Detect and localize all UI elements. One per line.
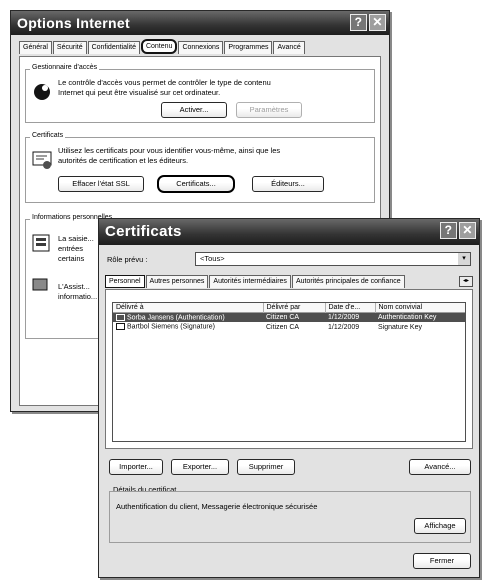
import-button[interactable]: Importer... [109,459,163,475]
row-issued-by: Citizen CA [266,314,300,322]
clear-ssl-button[interactable]: Effacer l'état SSL [58,176,144,192]
dialog-close-bottom-button[interactable]: Fermer [413,553,471,569]
certificate-details-box: Authentification du client, Messagerie é… [109,491,471,543]
help-button[interactable]: ? [350,14,367,31]
tab-trusted-root-authorities[interactable]: Autorités principales de confiance [291,275,405,288]
certificate-row-icon [116,323,125,331]
certificates-titlebar[interactable]: Certificats ? ✕ [99,219,479,245]
row-issued-to: Sorba Jansens (Authentication) [127,314,225,322]
cell-issued-to: Bartbol Siemens (Signature) [113,322,263,331]
row-friendly-name: Signature Key [378,323,422,331]
tab-general[interactable]: Général [19,41,52,54]
column-issued-by[interactable]: Délivré par [263,303,326,313]
settings-button[interactable]: Paramètres [236,102,302,118]
certificates-group: Certificats Utilisez les certificats pou… [25,132,375,203]
certificate-table: Délivré à Délivré par Date d'e... Nom co… [113,303,465,332]
access-control-description: Le contrôle d'accès vous permet de contr… [58,78,271,97]
personal-tab-panel: Délivré à Délivré par Date d'e... Nom co… [105,289,473,449]
intended-purpose-label: Rôle prévu : [107,255,148,264]
internet-options-titlebar[interactable]: Options Internet ? ✕ [11,11,389,35]
row-friendly-name: Authentication Key [378,314,437,322]
publishers-button[interactable]: Éditeurs... [252,176,324,192]
tab-content[interactable]: Contenu [140,39,178,54]
internet-options-title: Options Internet [17,15,130,31]
access-control-label: Gestionnaire d'accès [30,64,100,71]
personal-info-line3: certains [58,254,85,263]
row-expiry: 1/12/2009 [328,323,360,331]
tab-privacy[interactable]: Confidentialité [87,41,140,54]
chevron-down-icon[interactable]: ▾ [458,253,470,265]
certificate-details-text: Authentification du client, Messagerie é… [116,502,318,511]
certificates-label: Certificats [30,132,66,139]
column-issued-to[interactable]: Délivré à [113,303,264,313]
view-button[interactable]: Affichage [414,518,466,534]
activate-button[interactable]: Activer... [161,102,227,118]
tab-connections[interactable]: Connexions [178,41,224,54]
close-button[interactable]: ✕ [369,14,386,31]
options-tab-strip: Général Sécurité Confidentialité Contenu… [19,39,305,54]
intended-purpose-select[interactable]: <Tous> ▾ [195,252,471,266]
intended-purpose-value: <Tous> [200,254,225,263]
table-row[interactable]: Bartbol Siemens (Signature) Citizen CA 1… [113,322,465,331]
personal-info-line4: L'Assist... [58,282,90,291]
column-expiry-date[interactable]: Date d'e... [325,303,376,313]
access-control-icon [32,82,52,104]
advanced-button[interactable]: Avancé... [409,459,471,475]
autocomplete-icon [32,234,52,256]
export-button[interactable]: Exporter... [171,459,229,475]
dialog-help-button[interactable]: ? [440,222,457,239]
row-issued-by: Citizen CA [266,323,300,331]
wallet-icon [32,276,50,296]
row-expiry: 1/12/2009 [328,314,360,322]
personal-info-line1: La saisie... [58,234,94,243]
tab-programs[interactable]: Programmes [224,41,273,54]
tab-security[interactable]: Sécurité [52,41,87,54]
certificates-title: Certificats [105,223,182,240]
certificate-row-icon [116,314,125,321]
certificates-description: Utilisez les certificats pour vous ident… [58,146,281,165]
cell-issued-to: Sorba Jansens (Authentication) [113,313,263,323]
certificates-dialog: Certificats ? ✕ Rôle prévu : <Tous> ▾ Pe… [98,218,480,578]
table-row[interactable]: Sorba Jansens (Authentication) Citizen C… [113,312,465,323]
certificate-list[interactable]: Délivré à Délivré par Date d'e... Nom co… [112,302,466,442]
remove-button[interactable]: Supprimer [237,459,295,475]
tab-scroll-arrows[interactable]: ◂▸ [459,276,473,287]
personal-info-line2: entrées [58,244,84,253]
row-issued-to: Bartbol Siemens (Signature) [127,323,215,331]
dialog-close-button[interactable]: ✕ [459,222,476,239]
table-header-row: Délivré à Délivré par Date d'e... Nom co… [113,303,465,313]
access-control-group: Gestionnaire d'accès Le contrôle d'accès… [25,64,375,123]
personal-info-line5: informatio... [58,292,98,301]
cert-tab-strip: Personnel Autres personnes Autorités int… [105,275,405,288]
tab-personal[interactable]: Personnel [105,275,145,288]
tab-intermediate-authorities[interactable]: Autorités intermédiaires [209,275,291,288]
tab-advanced[interactable]: Avancé [273,41,305,54]
certificates-button[interactable]: Certificats... [157,175,235,193]
tab-other-people[interactable]: Autres personnes [145,275,209,288]
column-friendly-name[interactable]: Nom convivial [375,303,465,313]
certificate-icon [32,150,54,172]
